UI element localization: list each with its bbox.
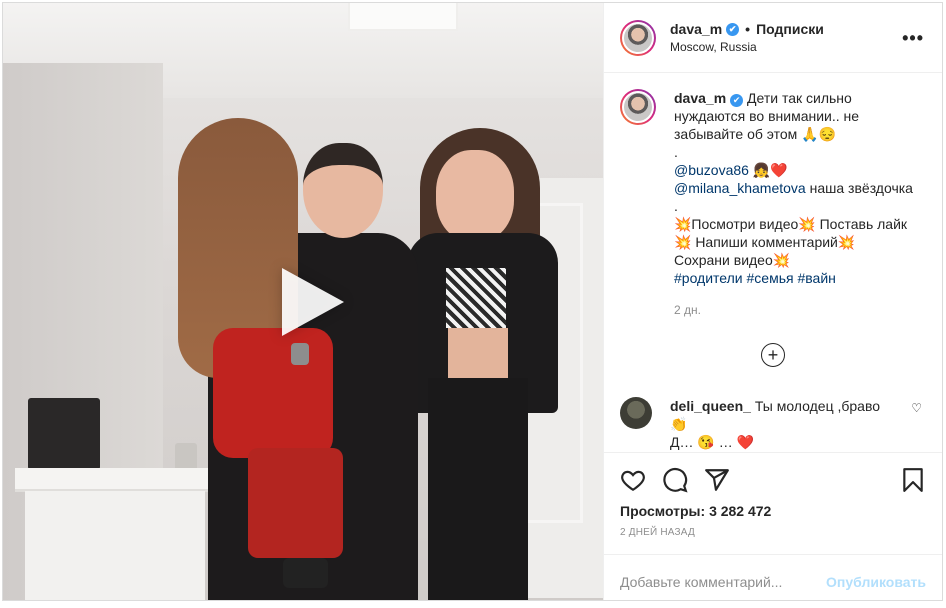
post-location[interactable]: Moscow, Russia [670, 40, 824, 54]
instagram-post: dava_m ✔ • Подписки Moscow, Russia ••• d… [2, 2, 943, 601]
follow-button[interactable]: Подписки [756, 21, 824, 37]
author-username[interactable]: dava_m [670, 21, 722, 37]
caption-avatar[interactable] [620, 89, 656, 125]
hashtag-link[interactable]: #родители [674, 270, 743, 286]
publish-button[interactable]: Опубликовать [826, 574, 926, 590]
save-bookmark-icon[interactable] [900, 467, 926, 493]
caption-time[interactable]: 2 дн. [674, 301, 914, 319]
commenter-avatar[interactable] [620, 397, 652, 429]
verified-badge-icon: ✔ [730, 93, 744, 107]
caption-cta: 💥Посмотри видео💥 Поставь лайк 💥 Напиши к… [674, 216, 908, 250]
comment-item: deli_queen_ Ты молодец ,браво 👏 Д… 😘 … ❤… [620, 397, 926, 451]
verified-badge-icon: ✔ [726, 22, 740, 36]
view-count-value: 3 282 472 [709, 503, 772, 519]
author-avatar[interactable] [620, 19, 656, 56]
play-icon [282, 268, 344, 336]
load-more-comments-icon[interactable]: + [761, 343, 785, 367]
more-options-icon[interactable]: ••• [902, 29, 924, 47]
mention-link[interactable]: @buzova86 [674, 162, 749, 178]
hashtag-link[interactable]: #вайн [797, 270, 835, 286]
woman-figure [398, 128, 563, 600]
gift-bag [28, 398, 100, 470]
mention-link[interactable]: @milana_khametova [674, 180, 806, 196]
play-button[interactable] [276, 268, 346, 338]
post-header: dava_m ✔ • Подписки Moscow, Russia ••• [604, 3, 942, 73]
comment-input[interactable] [620, 573, 827, 590]
commenter-username[interactable]: deli_queen_ [670, 398, 751, 414]
caption: dava_m ✔ Дети так сильно нуждаются во вни… [620, 89, 926, 319]
share-paper-plane-icon[interactable] [704, 467, 730, 493]
caption-cta: Сохрани видео💥 [674, 252, 791, 268]
post-video[interactable] [3, 3, 603, 600]
like-heart-icon[interactable] [620, 467, 646, 493]
post-date[interactable]: 2 дней назад [620, 527, 926, 538]
post-sidebar: dava_m ✔ • Подписки Moscow, Russia ••• d… [603, 3, 942, 600]
comment-bubble-icon[interactable] [662, 467, 688, 493]
comments-section[interactable]: dava_m ✔ Дети так сильно нуждаются во вни… [604, 73, 942, 452]
like-comment-heart-icon[interactable]: ♡ [911, 401, 922, 415]
caption-username[interactable]: dava_m [674, 90, 726, 106]
girl-figure [178, 118, 353, 598]
hashtag-link[interactable]: #семья [747, 270, 794, 286]
view-count[interactable]: Просмотры: 3 282 472 [620, 503, 926, 519]
add-comment-bar: Опубликовать [604, 554, 942, 608]
comment-text-truncated: Д… 😘 … ❤️ [670, 434, 755, 450]
post-actions: Просмотры: 3 282 472 2 дней назад Опубли… [604, 452, 942, 600]
